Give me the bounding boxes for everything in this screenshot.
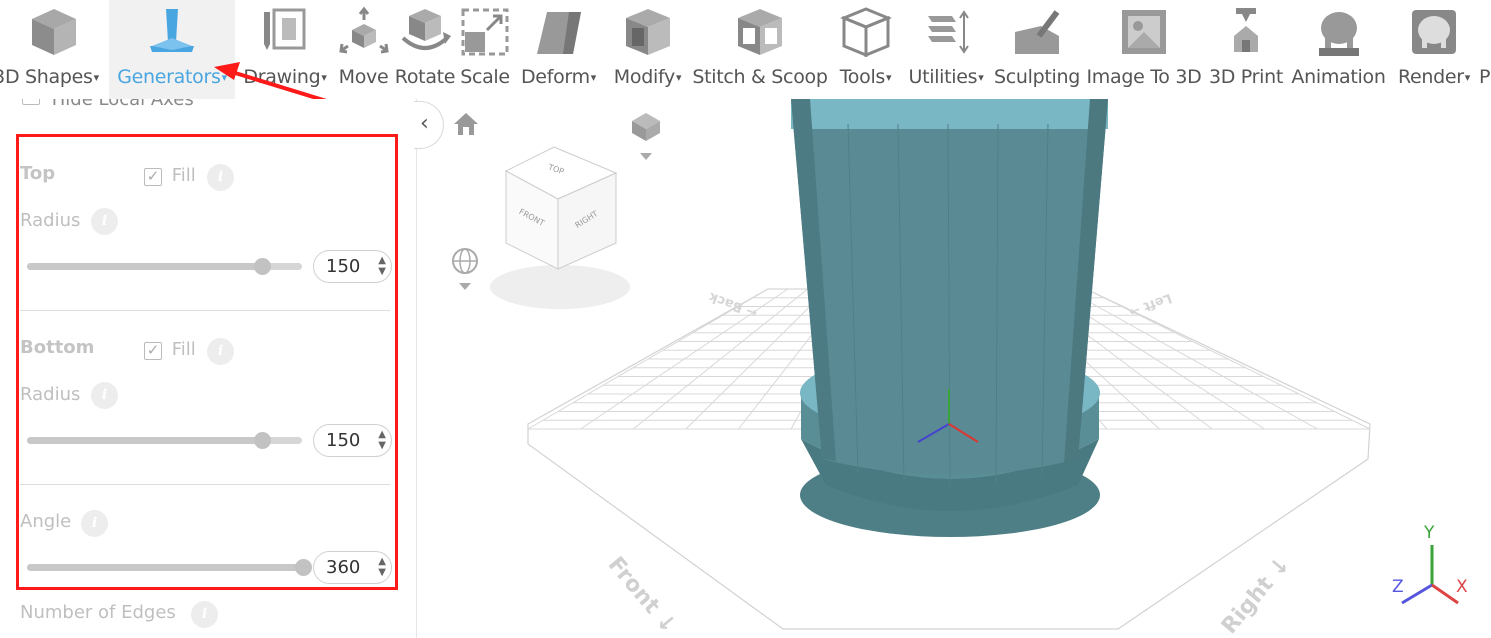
home-icon[interactable] <box>452 111 480 137</box>
info-icon[interactable]: i <box>191 601 218 628</box>
view-mode-icon[interactable] <box>628 107 664 163</box>
annotation-highlight-box <box>16 134 398 590</box>
chevron-left-icon: ‹ <box>420 111 429 136</box>
axis-y-label: Y <box>1424 523 1435 543</box>
view-cube[interactable]: TOP FRONT RIGHT <box>502 143 622 273</box>
globe-icon[interactable] <box>450 247 482 293</box>
cylinder-object <box>791 99 1108 537</box>
axis-x-label: X <box>1456 577 1468 597</box>
edges-label: Number of Edges <box>20 602 176 623</box>
3d-viewport[interactable]: TOP FRONT RIGHT Front ↓ Right ↓ ← Back L… <box>418 99 1491 638</box>
axis-z-label: Z <box>1392 577 1404 597</box>
